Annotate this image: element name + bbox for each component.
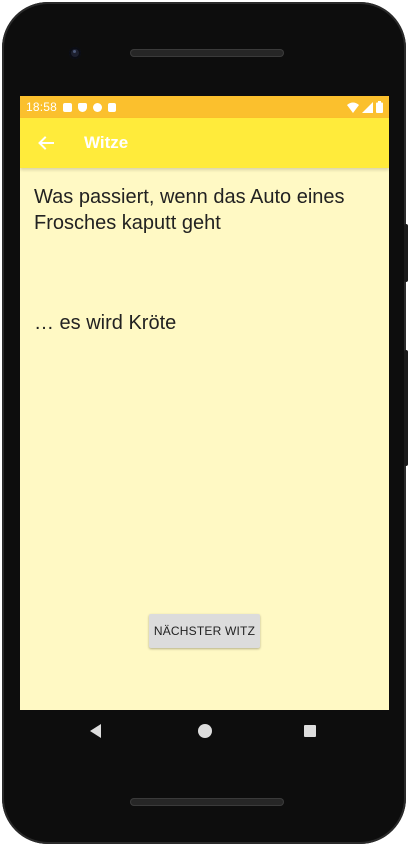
shield-icon xyxy=(78,102,88,112)
front-camera xyxy=(69,47,81,59)
sync-icon xyxy=(93,102,103,112)
joke-question: Was passiert, wenn das Auto eines Frosch… xyxy=(34,186,345,234)
nav-home-icon[interactable] xyxy=(198,724,212,738)
status-bar: 18:58 xyxy=(20,96,389,118)
arrow-left-icon xyxy=(38,136,54,150)
back-button[interactable] xyxy=(36,133,56,153)
notification-a-icon xyxy=(63,102,73,112)
battery-icon xyxy=(376,101,383,113)
nav-recents-icon[interactable] xyxy=(304,725,316,737)
sd-card-icon xyxy=(108,102,117,112)
page-title: Witze xyxy=(84,133,129,152)
volume-button xyxy=(404,350,408,466)
app-screen: 18:58 Witze Was passiert, wenn das Auto … xyxy=(20,96,389,710)
status-right-icons xyxy=(347,101,383,113)
status-time: 18:58 xyxy=(26,100,58,114)
app-bar: Witze xyxy=(20,118,389,168)
nav-back-icon[interactable] xyxy=(90,724,101,738)
joke-answer: … es wird Kröte xyxy=(34,312,177,334)
system-nav-bar xyxy=(20,710,389,754)
next-joke-button[interactable]: NÄCHSTER WITZ xyxy=(149,614,260,648)
wifi-icon xyxy=(347,102,359,113)
top-speaker xyxy=(130,49,284,57)
power-button xyxy=(404,224,408,282)
signal-icon xyxy=(362,101,373,113)
bottom-speaker xyxy=(130,798,284,806)
